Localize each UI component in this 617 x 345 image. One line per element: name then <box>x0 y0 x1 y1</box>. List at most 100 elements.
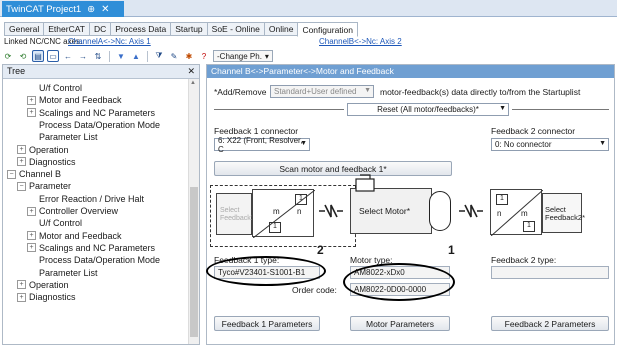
feedback1-connector-label: Feedback 1 connector <box>214 126 299 136</box>
tree-item[interactable]: + Scalings and NC Parameters <box>27 242 155 254</box>
expand-icon[interactable]: + <box>27 206 36 216</box>
linked-axes-row: Linked NC/CNC axes: ChannelA<->Nc: Axis … <box>4 37 614 47</box>
document-tab[interactable]: TwinCAT Project1 ⊕ ✕ <box>2 1 124 17</box>
gear-1-value-lower[interactable]: 1 <box>269 222 281 233</box>
tree-item-label: Operation <box>29 144 69 155</box>
change-phase-dropdown[interactable]: -Change Ph. ▾ <box>213 50 273 62</box>
motor-feedback-panel: Channel B<->Parameter<->Motor and Feedba… <box>206 64 615 345</box>
reset-dropdown[interactable]: Reset (All motor/feedbacks)* ▼ <box>347 103 509 116</box>
expand-icon[interactable]: + <box>17 280 26 290</box>
tab-startup[interactable]: Startup <box>170 22 207 36</box>
expand-icon[interactable]: + <box>17 145 26 154</box>
list-view-icon[interactable]: ▭ <box>47 50 59 62</box>
tree-item[interactable]: Process Data/Operation Mode <box>27 254 160 266</box>
collapse-icon[interactable]: − <box>7 169 16 179</box>
feedback1-connector-dropdown[interactable]: 6: X22 (Front, Resolver, C ▼ <box>214 136 310 154</box>
tree-item[interactable]: + Motor and Feedback <box>27 230 122 242</box>
upload-icon[interactable]: ▲ <box>130 50 142 62</box>
wrench-icon[interactable]: ✎ <box>168 50 180 62</box>
expand-icon[interactable]: + <box>27 95 36 105</box>
tree-title: Tree <box>7 66 26 76</box>
tree-item[interactable]: + Scalings and NC Parameters <box>27 107 155 119</box>
collapse-icon[interactable]: − <box>17 181 26 191</box>
gear2-1-value[interactable]: 1 <box>496 194 508 205</box>
reload-icon[interactable]: ⟲ <box>17 50 29 62</box>
expand-icon[interactable]: + <box>17 292 26 302</box>
scan-motor-feedback-button[interactable]: Scan motor and feedback 1* <box>214 161 452 176</box>
tree-item[interactable]: − Channel B <box>7 168 61 180</box>
tab-soe-online[interactable]: SoE - Online <box>206 22 264 36</box>
tree-item[interactable]: + Motor and Feedback <box>27 94 122 106</box>
close-icon[interactable]: ✕ <box>101 4 109 15</box>
close-icon[interactable]: ✕ <box>187 66 195 77</box>
tree-item[interactable]: Parameter List <box>27 131 98 143</box>
tree-item-label: Channel B <box>19 169 62 180</box>
motor-parameters-button[interactable]: Motor Parameters <box>350 316 450 331</box>
tree-item[interactable]: − Parameter <box>17 180 71 192</box>
change-phase-label: -Change Ph. <box>217 51 262 61</box>
feedback1-parameters-button[interactable]: Feedback 1 Parameters <box>214 316 320 331</box>
scroll-thumb[interactable] <box>190 187 198 337</box>
expand-icon[interactable]: + <box>17 157 26 167</box>
tree-item-label: Process Data/Operation Mode <box>39 255 161 266</box>
pin-icon[interactable]: ⊕ <box>87 4 95 15</box>
chevron-down-icon: ▼ <box>599 140 606 147</box>
filter-icon[interactable]: ⧩ <box>153 50 165 62</box>
tab-online[interactable]: Online <box>263 22 298 36</box>
axis-b-link[interactable]: ChannelB<->Nc: Axis 2 <box>319 37 402 46</box>
select-feedback2-button[interactable]: Select Feedback2* <box>542 193 585 233</box>
chevron-down-icon: ▼ <box>499 105 506 112</box>
tools-icon[interactable]: ✱ <box>183 50 195 62</box>
document-tab-bar: TwinCAT Project1 ⊕ ✕ <box>0 0 617 17</box>
axis-a-link[interactable]: ChannelA<->Nc: Axis 1 <box>68 37 151 46</box>
motor-connector-icon <box>355 174 375 192</box>
tab-ethercat[interactable]: EtherCAT <box>43 22 89 36</box>
tree-scrollbar[interactable]: ▲ <box>188 79 199 344</box>
feedback2-gear-box: 1 n m 1 <box>490 189 543 236</box>
feedback1-gear-box: 1 m n 1 <box>252 189 315 238</box>
gear-1-value[interactable]: 1 <box>295 194 307 205</box>
tab-process-data[interactable]: Process Data <box>110 22 171 36</box>
feedback2-type-field <box>491 266 609 279</box>
scroll-up-icon[interactable]: ▲ <box>190 80 196 86</box>
tree-item[interactable]: + Operation <box>17 279 69 291</box>
document-tab-title: TwinCAT Project1 <box>6 3 82 15</box>
toolbar-separator <box>147 50 148 62</box>
tree-item[interactable]: + Diagnostics <box>17 156 76 168</box>
tree-item[interactable]: U/f Control <box>27 82 82 94</box>
select-feedback1-button[interactable]: Select Feedback1* <box>216 193 257 235</box>
tree-item[interactable]: U/f Control <box>27 217 82 229</box>
tree-item[interactable]: Parameter List <box>27 267 98 279</box>
tree-item[interactable]: + Controller Overview <box>27 205 118 217</box>
download-icon[interactable]: ▼ <box>115 50 127 62</box>
tree-item-label: Diagnostics <box>29 156 76 167</box>
coupling-icon <box>319 204 343 218</box>
forward-arrow-icon[interactable]: → <box>77 50 89 62</box>
tab-dc[interactable]: DC <box>88 22 111 36</box>
callout-ellipse-2 <box>206 256 326 286</box>
tree-item-label: Controller Overview <box>39 206 119 216</box>
tree-item[interactable]: + Diagnostics <box>17 291 76 303</box>
tree-item[interactable]: Process Data/Operation Mode <box>27 119 160 131</box>
add-remove-dropdown[interactable]: Standard+User defined ▼ <box>270 85 374 98</box>
expand-icon[interactable]: + <box>27 108 36 118</box>
refresh-icon[interactable]: ⟳ <box>2 50 14 62</box>
reset-label: Reset (All motor/feedbacks)* <box>377 105 479 114</box>
tab-general[interactable]: General <box>4 22 44 36</box>
tree-item[interactable]: Error Reaction / Drive Halt <box>27 193 144 205</box>
callout-ellipse-1 <box>343 263 455 301</box>
tab-configuration[interactable]: Configuration <box>297 22 358 37</box>
expand-icon[interactable]: + <box>27 243 36 253</box>
feedback2-parameters-button[interactable]: Feedback 2 Parameters <box>491 316 609 331</box>
expand-icon[interactable]: ⇅ <box>92 50 104 62</box>
feedback2-connector-value: 0: No connector <box>495 140 552 149</box>
tree-view-icon[interactable]: ▤ <box>32 50 44 62</box>
back-arrow-icon[interactable]: ← <box>62 50 74 62</box>
tree-item[interactable]: + Operation <box>17 144 69 156</box>
help-icon[interactable]: ? <box>198 50 210 62</box>
expand-icon[interactable]: + <box>27 231 36 241</box>
feedback2-connector-dropdown[interactable]: 0: No connector ▼ <box>491 138 609 151</box>
gear2-1-value-lower[interactable]: 1 <box>523 221 535 232</box>
